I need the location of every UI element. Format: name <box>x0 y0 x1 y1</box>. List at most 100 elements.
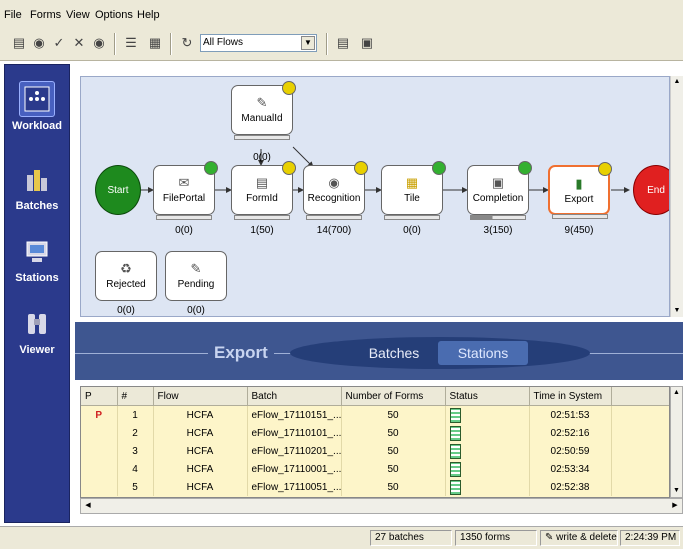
flow-filter-select[interactable]: All Flows ▼ <box>200 34 317 52</box>
edit-icon[interactable]: ✓ <box>50 34 68 52</box>
column-header[interactable]: Time in System <box>529 387 612 406</box>
canvas-vertical-scrollbar[interactable]: ▲ ▼ <box>670 76 683 317</box>
menu-options[interactable]: Options <box>95 9 133 21</box>
station-node-recognition[interactable]: ◉ Recognition <box>303 161 368 220</box>
batch-cell: eFlow_17110101_... <box>247 424 342 442</box>
end-label: End <box>647 185 665 196</box>
table-horizontal-scrollbar[interactable]: ◀ ▶ <box>80 498 683 514</box>
progress-bar <box>234 135 290 140</box>
menu-help[interactable]: Help <box>137 9 160 21</box>
batch-cell: eFlow_17110201_... <box>247 442 342 460</box>
batch-table: P # Flow Batch Number of Forms Status Ti… <box>80 386 670 498</box>
progress-bar <box>234 215 290 220</box>
column-header[interactable]: Status <box>445 387 530 406</box>
new-document-icon[interactable]: ▤ <box>10 34 28 52</box>
station-node-manualid[interactable]: ✎ ManualId <box>231 81 296 140</box>
flow-cell: HCFA <box>153 424 248 442</box>
column-header <box>611 387 669 406</box>
station-count: 1(50) <box>250 225 274 236</box>
forms-cell: 50 <box>341 478 446 496</box>
refresh-icon[interactable]: ↻ <box>178 34 196 52</box>
scroll-down-icon[interactable]: ▼ <box>671 305 683 317</box>
row-number: 1 <box>117 405 154 424</box>
tab-batches[interactable]: Batches <box>354 343 434 363</box>
workload-icon <box>19 81 55 117</box>
chevron-down-icon[interactable]: ▼ <box>301 36 315 50</box>
progress-bar <box>384 215 440 220</box>
station-node-pending[interactable]: ✎ Pending <box>165 251 227 301</box>
menu-view[interactable]: View <box>66 9 90 21</box>
grid-icon[interactable]: ▦ <box>146 34 164 52</box>
table-row[interactable]: 5 HCFA eFlow_17110051_... 50 02:52:38 <box>81 478 669 496</box>
station-node-export[interactable]: ▮ Export <box>548 162 612 219</box>
station-label: Export <box>564 194 594 205</box>
table-row[interactable]: P 1 HCFA eFlow_17110151_... 50 02:51:53 <box>81 405 669 424</box>
sidebar-item-stations[interactable]: Stations <box>5 235 69 284</box>
status-indicator <box>432 161 446 175</box>
scroll-up-icon[interactable]: ▲ <box>671 76 683 88</box>
workflow-canvas[interactable]: Start End ✎ ManualId 0(0) ✉ FilePortal 0… <box>80 76 670 317</box>
forms-cell: 50 <box>341 460 446 478</box>
toolbar-separator <box>170 33 172 55</box>
delete-icon[interactable]: ✕ <box>70 34 88 52</box>
menu-file[interactable]: File <box>4 9 22 21</box>
station-node-tile[interactable]: ▦ Tile <box>381 161 446 220</box>
progress-bar <box>552 214 608 219</box>
sidebar-item-workload[interactable]: Workload <box>5 81 69 132</box>
start-node[interactable]: Start <box>95 165 141 215</box>
column-header[interactable]: P <box>81 387 118 406</box>
time-cell: 02:53:34 <box>529 460 612 478</box>
sidebar-item-label: Viewer <box>19 344 55 356</box>
status-indicator <box>598 162 612 176</box>
scroll-down-icon[interactable]: ▼ <box>671 485 682 497</box>
status-indicator <box>282 81 296 95</box>
column-header[interactable]: # <box>117 387 154 406</box>
station-icon[interactable]: ▣ <box>358 34 376 52</box>
properties-icon[interactable]: ▤ <box>334 34 352 52</box>
tree-icon[interactable]: ☰ <box>122 34 140 52</box>
toolbar-separator <box>326 33 328 55</box>
tile-icon: ▦ <box>405 175 419 190</box>
station-count: 0(0) <box>187 305 205 316</box>
scroll-right-icon[interactable]: ▶ <box>669 500 681 512</box>
binoculars-icon[interactable]: ◉ <box>90 34 108 52</box>
priority-cell <box>81 460 118 478</box>
scroll-up-icon[interactable]: ▲ <box>671 387 682 399</box>
sidebar: Workload Batches Stations Viewer <box>4 64 70 523</box>
sidebar-item-label: Stations <box>15 272 59 284</box>
forms-cell: 50 <box>341 424 446 442</box>
progress-bar <box>156 215 212 220</box>
file-portal-icon: ✉ <box>178 175 190 190</box>
station-node-rejected[interactable]: ♻ Rejected <box>95 251 157 301</box>
sidebar-item-viewer[interactable]: Viewer <box>5 307 69 356</box>
column-header[interactable]: Number of Forms <box>341 387 446 406</box>
station-count: 0(0) <box>175 225 193 236</box>
column-header[interactable]: Flow <box>153 387 248 406</box>
row-number: 5 <box>117 478 154 496</box>
station-node-formid[interactable]: ▤ FormId <box>231 161 296 220</box>
table-row[interactable]: 3 HCFA eFlow_17110201_... 50 02:50:59 <box>81 442 669 460</box>
station-label: ManualId <box>241 113 283 124</box>
column-header[interactable]: Batch <box>247 387 342 406</box>
table-row[interactable]: 2 HCFA eFlow_17110101_... 50 02:52:16 <box>81 424 669 442</box>
station-label: Rejected <box>106 279 146 290</box>
progress-bar <box>306 215 362 220</box>
sidebar-item-batches[interactable]: Batches <box>5 163 69 212</box>
flow-cell: HCFA <box>153 460 248 478</box>
table-vertical-scrollbar[interactable]: ▲ ▼ <box>670 386 683 498</box>
access-mode-label: write & delete <box>556 532 617 543</box>
status-indicator <box>204 161 218 175</box>
forms-cell: 50 <box>341 442 446 460</box>
table-row[interactable]: 4 HCFA eFlow_17110001_... 50 02:53:34 <box>81 460 669 478</box>
sidebar-item-label: Workload <box>12 120 62 132</box>
scroll-left-icon[interactable]: ◀ <box>82 500 94 512</box>
row-number: 3 <box>117 442 154 460</box>
start-label: Start <box>107 185 129 196</box>
station-node-fileportal[interactable]: ✉ FilePortal <box>153 161 218 220</box>
record-icon[interactable]: ◉ <box>30 34 48 52</box>
station-count: 0(0) <box>253 152 271 163</box>
menu-forms[interactable]: Forms <box>30 9 61 21</box>
toolbar-separator <box>114 33 116 55</box>
station-node-completion[interactable]: ▣ Completion <box>467 161 532 220</box>
tab-stations[interactable]: Stations <box>438 341 528 365</box>
